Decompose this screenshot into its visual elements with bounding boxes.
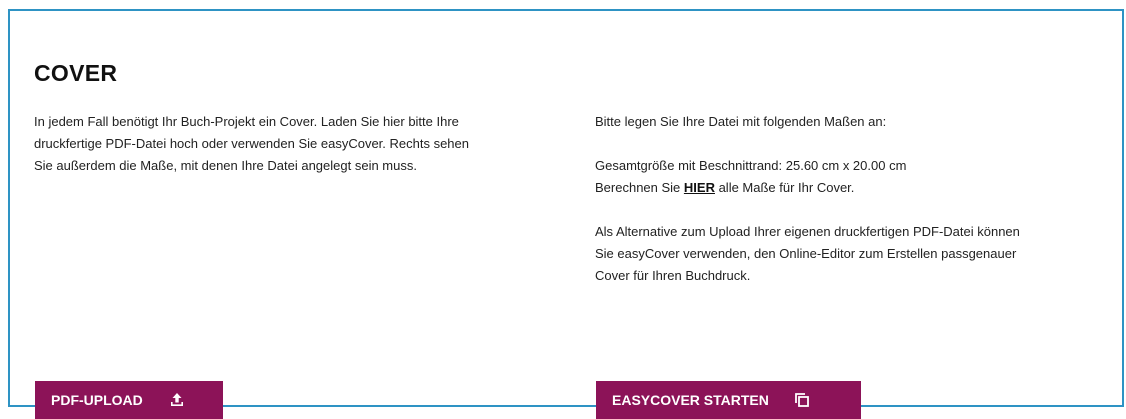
description-line: In jedem Fall benötigt Ihr Buch-Projekt … bbox=[34, 114, 459, 129]
cover-dimensions-info: Bitte legen Sie Ihre Datei mit folgenden… bbox=[595, 111, 1115, 287]
calculator-link[interactable]: HIER bbox=[684, 180, 715, 195]
pdf-upload-button[interactable]: PDF-UPLOAD bbox=[35, 381, 223, 419]
upload-icon bbox=[169, 392, 185, 408]
section-title: COVER bbox=[34, 60, 118, 86]
alternative-line: Als Alternative zum Upload Ihrer eigenen… bbox=[595, 224, 1020, 239]
calculator-prefix: Berechnen Sie bbox=[595, 180, 684, 195]
cover-description: In jedem Fall benötigt Ihr Buch-Projekt … bbox=[34, 111, 574, 177]
pdf-upload-label: PDF-UPLOAD bbox=[51, 392, 143, 408]
description-line: Sie außerdem die Maße, mit denen Ihre Da… bbox=[34, 158, 417, 173]
total-size-text: Gesamtgröße mit Beschnittrand: 25.60 cm … bbox=[595, 158, 907, 173]
calculator-line: Berechnen Sie HIER alle Maße für Ihr Cov… bbox=[595, 177, 1115, 199]
easycover-start-button[interactable]: EASYCOVER STARTEN bbox=[596, 381, 861, 419]
calculator-suffix: alle Maße für Ihr Cover. bbox=[714, 180, 855, 195]
copy-icon bbox=[794, 393, 809, 407]
dimensions-intro: Bitte legen Sie Ihre Datei mit folgenden… bbox=[595, 114, 887, 129]
description-line: druckfertige PDF-Datei hoch oder verwend… bbox=[34, 136, 469, 151]
alternative-line: Cover für Ihren Buchdruck. bbox=[595, 268, 751, 283]
easycover-label: EASYCOVER STARTEN bbox=[612, 392, 769, 408]
alternative-line: Sie easyCover verwenden, den Online-Edit… bbox=[595, 246, 1017, 261]
